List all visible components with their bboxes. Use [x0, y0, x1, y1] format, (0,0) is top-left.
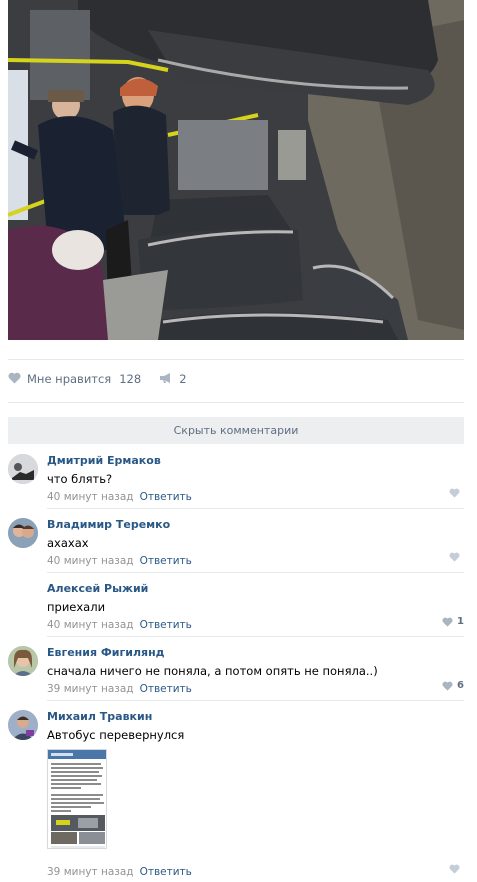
reply-link[interactable]: Ответить	[140, 619, 192, 631]
like-button[interactable]: Мне нравится 128	[8, 372, 159, 387]
comment-author[interactable]: Алексей Рыжий	[47, 582, 464, 596]
repost-count: 2	[179, 372, 187, 386]
post-actions: Мне нравится 128 2	[8, 368, 187, 390]
comment-author[interactable]: Евгения Фигилянд	[47, 646, 464, 660]
comment-time[interactable]: 39 минут назад	[47, 866, 134, 878]
comment-author[interactable]: Михаил Травкин	[47, 710, 464, 724]
heart-icon	[8, 372, 21, 387]
comment-like-button[interactable]	[449, 552, 464, 562]
hide-comments-label: Скрыть комментарии	[173, 424, 299, 437]
avatar[interactable]	[8, 518, 38, 548]
like-label: Мне нравится	[27, 372, 112, 386]
comment-text: сначала ничего не поняла, а потом опять …	[47, 664, 378, 678]
divider	[47, 572, 464, 573]
divider	[8, 402, 464, 403]
reply-link[interactable]: Ответить	[140, 555, 192, 567]
comment-time[interactable]: 40 минут назад	[47, 619, 134, 631]
comment-like-count: 1	[457, 616, 464, 627]
comment-author[interactable]: Дмитрий Ермаков	[47, 454, 464, 468]
comment: Дмитрий Ермаков что блять? 40 минут наза…	[8, 454, 464, 518]
heart-icon	[449, 488, 460, 498]
comment-text: приехали	[47, 600, 106, 614]
heart-icon	[449, 864, 460, 874]
avatar[interactable]	[8, 710, 38, 740]
reply-link[interactable]: Ответить	[140, 491, 192, 503]
comment-time[interactable]: 39 минут назад	[47, 683, 134, 695]
comment-author[interactable]: Владимир Теремко	[47, 518, 464, 532]
avatar[interactable]	[8, 646, 38, 676]
comment-time[interactable]: 40 минут назад	[47, 555, 134, 567]
divider	[8, 359, 464, 360]
reply-link[interactable]: Ответить	[140, 866, 192, 878]
reply-link[interactable]: Ответить	[140, 683, 192, 695]
comment-time[interactable]: 40 минут назад	[47, 491, 134, 503]
comment-text: что блять?	[47, 472, 113, 486]
heart-icon	[449, 552, 460, 562]
comment-text: Автобус перевернулся	[47, 728, 185, 742]
divider	[47, 508, 464, 509]
comment-like-button[interactable]	[449, 488, 464, 498]
comment-like-button[interactable]: 1	[442, 616, 464, 627]
divider	[47, 636, 464, 637]
comment-like-button[interactable]	[449, 864, 464, 874]
avatar[interactable]	[8, 582, 38, 612]
divider	[47, 700, 464, 701]
comment: Владимир Теремко ахахах 40 минут назад От…	[8, 518, 464, 582]
comment: Михаил Травкин Автобус перевернулся 39 м…	[8, 710, 464, 880]
heart-icon	[442, 681, 453, 691]
hide-comments-button[interactable]: Скрыть комментарии	[8, 417, 464, 444]
comment-text: ахахах	[47, 536, 89, 550]
attached-screenshot[interactable]	[47, 749, 107, 849]
comment: Алексей Рыжий приехали 40 минут назад Отв…	[8, 582, 464, 646]
comment: Евгения Фигилянд сначала ничего не понял…	[8, 646, 464, 710]
comment-like-button[interactable]: 6	[442, 680, 464, 691]
repost-button[interactable]: 2	[159, 372, 187, 387]
comment-like-count: 6	[457, 680, 464, 691]
like-count: 128	[119, 372, 142, 386]
megaphone-icon	[159, 372, 173, 387]
post-photo[interactable]	[8, 0, 464, 340]
avatar[interactable]	[8, 454, 38, 484]
heart-icon	[442, 617, 453, 627]
